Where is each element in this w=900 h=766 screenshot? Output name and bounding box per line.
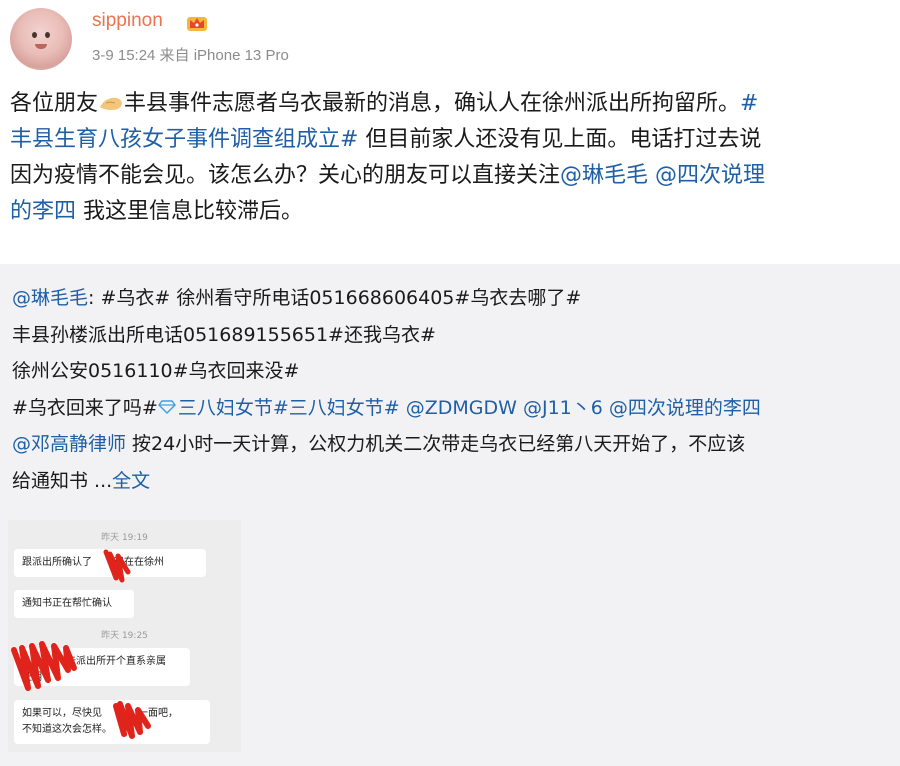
crown-icon	[187, 17, 207, 31]
mention-link[interactable]: @琳毛毛	[12, 287, 88, 309]
post-text: 因为疫情不能会见。该怎么办？关心的朋友可以直接关注	[10, 163, 561, 188]
topic-link[interactable]: #	[740, 91, 758, 116]
repost-text: 徐州公安0516110#乌衣回来没#	[12, 360, 300, 382]
repost-text: 给通知书 ...	[12, 469, 113, 492]
topic-link[interactable]: 丰县生育八孩女子事件调查组成立#	[10, 127, 358, 152]
repost-body: @琳毛毛: #乌衣# 徐州看守所电话051668606405#乌衣去哪了# 丰县…	[12, 280, 761, 499]
full-text-link[interactable]: 全文	[112, 470, 150, 492]
post-text: 丰县事件志愿者乌衣最新的消息，确认人在徐州派出所拘留所。	[124, 91, 741, 116]
repost-text: : #乌衣# 徐州看守所电话051668606405#乌衣去哪了#	[88, 287, 582, 309]
post-text: 我这里信息比较滞后。	[76, 199, 304, 224]
mention-link[interactable]: @四次说理	[648, 163, 765, 188]
post-text: 但目前家人还没有见上面。电话打过去说	[358, 127, 762, 152]
mention-link[interactable]: @四次说理的李四	[603, 397, 761, 419]
post-text: 各位朋友	[10, 91, 99, 116]
mention-link[interactable]: 的李四	[10, 199, 76, 224]
repost-text: 丰县孙楼派出所电话051689155651#还我乌衣#	[12, 323, 436, 346]
mention-link[interactable]: @邓高静律师	[12, 433, 126, 455]
username-link[interactable]: sippinon	[92, 10, 163, 32]
avatar[interactable]	[10, 8, 72, 70]
diamond-icon	[157, 399, 176, 414]
avatar-mouth	[35, 44, 47, 49]
avatar-eye	[45, 32, 50, 38]
mention-link[interactable]: @琳毛毛	[560, 163, 648, 188]
repost-text: #乌衣回来了吗#	[12, 396, 158, 419]
post-body: 各位朋友 丰县事件志愿者乌衣最新的消息，确认人在徐州派出所拘留所。# 丰县生育八孩…	[10, 86, 900, 230]
chat-screenshot-image[interactable]: 昨天 19:19 跟派出所确认了 现在在徐州 通知书正在帮忙确认 昨天 19:25…	[8, 520, 241, 752]
topic-link[interactable]: #三八妇女节#	[273, 397, 400, 419]
reposted-content[interactable]: @琳毛毛: #乌衣# 徐州看守所电话051668606405#乌衣去哪了# 丰县…	[0, 264, 900, 766]
repost-text: 按24小时一天计算，公权力机关二次带走乌衣已经第八天开始了，不应该	[126, 433, 746, 455]
mention-link[interactable]: @J11丶6	[517, 397, 603, 419]
redaction-scribble	[11, 549, 151, 739]
mention-link[interactable]: @ZDMGDW	[400, 397, 517, 419]
avatar-eye	[32, 32, 37, 38]
post-meta: 3-9 15:24 来自 iPhone 13 Pro	[92, 47, 289, 64]
super-topic-link[interactable]: 三八妇女节	[178, 397, 273, 419]
fist-emoji-icon	[100, 97, 123, 110]
